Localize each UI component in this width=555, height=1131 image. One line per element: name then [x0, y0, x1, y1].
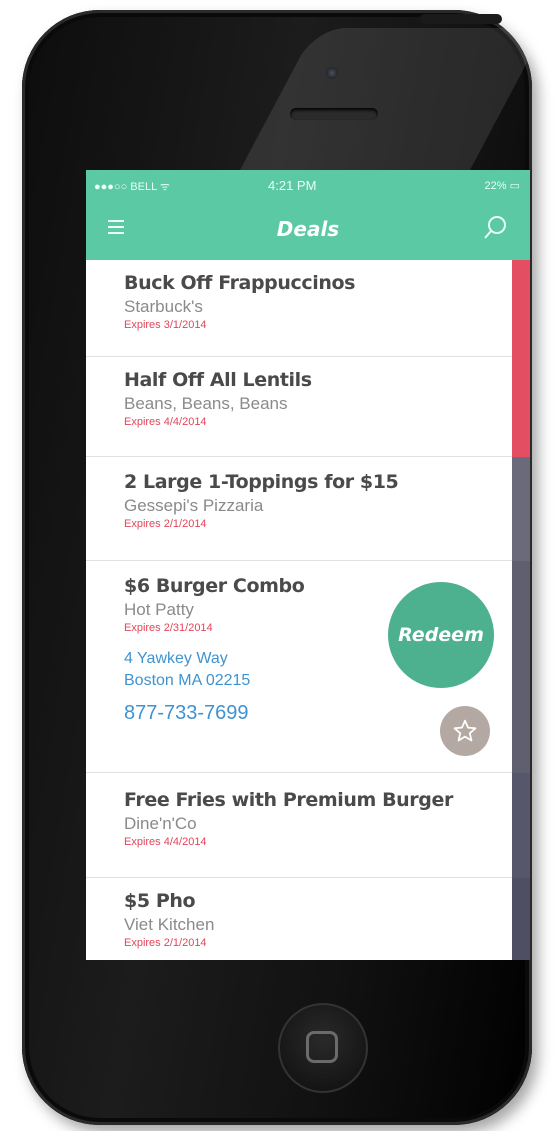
carrier-signal: ●●●○○ BELL ᯤ	[94, 181, 170, 193]
deal-title: 2 Large 1-Toppings for $15	[124, 471, 399, 493]
search-icon[interactable]	[482, 214, 510, 242]
status-bar: ●●●○○ BELL ᯤ 4:21 PM 22% ▭	[86, 170, 530, 200]
deal-merchant: Gessepi's Pizzaria	[124, 496, 264, 515]
home-button[interactable]	[278, 1003, 368, 1093]
category-strip-segment	[512, 457, 530, 561]
category-strip-segment	[512, 357, 530, 457]
deal-item[interactable]: Half Off All Lentils Beans, Beans, Beans…	[86, 357, 512, 457]
category-strip-segment	[512, 561, 530, 773]
deal-merchant: Starbuck's	[124, 297, 203, 316]
category-strip-segment	[512, 260, 530, 357]
page-title: Deals	[276, 217, 340, 241]
category-color-strip	[512, 260, 530, 960]
front-camera	[326, 67, 338, 79]
deal-expiration: Expires 3/1/2014	[124, 319, 207, 331]
deal-expiration: Expires 4/4/2014	[124, 836, 207, 848]
deal-expiration: Expires 2/1/2014	[124, 937, 207, 949]
deal-title: Buck Off Frappuccinos	[124, 272, 356, 294]
deal-title: Half Off All Lentils	[124, 369, 312, 391]
deal-title: $5 Pho	[124, 890, 196, 912]
category-strip-segment	[512, 878, 530, 960]
deal-item[interactable]: Buck Off Frappuccinos Starbuck's Expires…	[86, 260, 512, 357]
status-time: 4:21 PM	[268, 178, 317, 193]
deal-title: Free Fries with Premium Burger	[124, 789, 453, 811]
deal-merchant: Dine'n'Co	[124, 814, 197, 833]
star-icon	[453, 719, 477, 742]
deal-item[interactable]: 2 Large 1-Toppings for $15 Gessepi's Piz…	[86, 457, 512, 561]
deal-item[interactable]: $5 Pho Viet Kitchen Expires 2/1/2014	[86, 878, 512, 960]
deal-expiration: Expires 4/4/2014	[124, 416, 207, 428]
deal-item[interactable]: Free Fries with Premium Burger Dine'n'Co…	[86, 773, 512, 878]
battery-indicator: 22% ▭	[484, 180, 520, 192]
app-screen: ●●●○○ BELL ᯤ 4:21 PM 22% ▭ Deals Buck Of…	[86, 170, 530, 960]
category-strip-segment	[512, 773, 530, 878]
redeem-button[interactable]: Redeem	[388, 582, 494, 688]
deal-merchant: Viet Kitchen	[124, 915, 215, 934]
nav-bar: Deals	[86, 200, 530, 260]
power-button	[420, 14, 502, 24]
home-square-icon	[306, 1031, 338, 1063]
deal-merchant: Beans, Beans, Beans	[124, 394, 288, 413]
deal-expiration: Expires 2/1/2014	[124, 518, 207, 530]
earpiece-speaker	[290, 108, 378, 120]
favorite-button[interactable]	[440, 706, 490, 756]
